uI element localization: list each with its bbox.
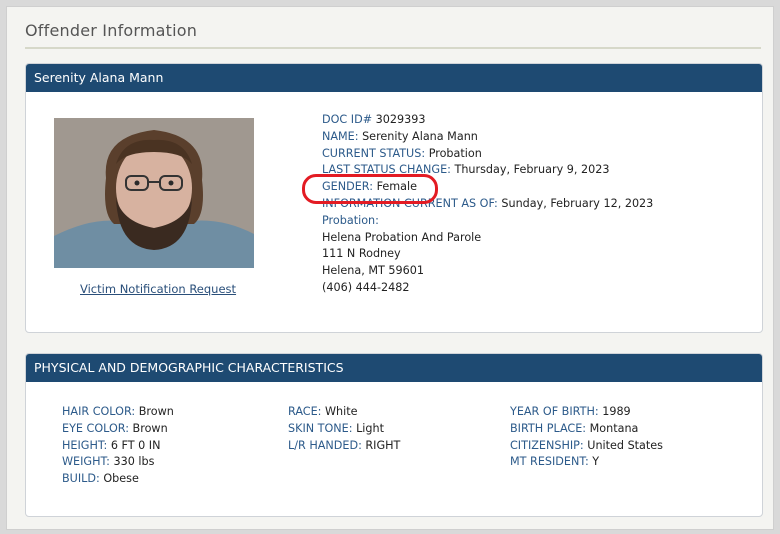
characteristics-column-1: HAIR COLOR: Brown EYE COLOR: Brown HEIGH…	[62, 404, 174, 488]
phone-number: (406) 444-2482	[322, 280, 410, 294]
victim-notification-link[interactable]: Victim Notification Request	[80, 282, 236, 296]
offender-details: DOC ID# 3029393 NAME: Serenity Alana Man…	[322, 112, 653, 297]
hair-color-row: HAIR COLOR: Brown	[62, 405, 174, 418]
characteristics-header: PHYSICAL AND DEMOGRAPHIC CHARACTERISTICS	[26, 354, 762, 382]
name-row: NAME: Serenity Alana Mann	[322, 129, 478, 143]
weight-row: WEIGHT: 330 lbs	[62, 455, 155, 469]
page-title: Offender Information	[25, 21, 198, 40]
birth-place-row: BIRTH PLACE: Montana	[510, 421, 639, 435]
offender-name-header: Serenity Alana Mann	[26, 64, 762, 92]
citizenship-row: CITIZENSHIP: United States	[510, 438, 664, 452]
race-row: RACE: White	[288, 405, 358, 418]
offender-photo	[54, 118, 254, 268]
gender-highlight-circle	[302, 174, 438, 204]
title-divider	[25, 47, 761, 49]
birth-year-row: YEAR OF BIRTH: 1989	[510, 405, 631, 418]
address-line: Helena, MT 59601	[322, 264, 424, 278]
address-line: 111 N Rodney	[322, 247, 401, 261]
height-row: HEIGHT: 6 FT 0 IN	[62, 438, 161, 452]
eye-color-row: EYE COLOR: Brown	[62, 421, 168, 435]
characteristics-panel: PHYSICAL AND DEMOGRAPHIC CHARACTERISTICS…	[25, 353, 763, 517]
mt-resident-row: MT RESIDENT: Y	[510, 455, 600, 469]
doc-id-row: DOC ID# 3029393	[322, 113, 426, 126]
status-row: CURRENT STATUS: Probation	[322, 146, 482, 160]
handed-row: L/R HANDED: RIGHT	[288, 438, 401, 452]
address-line: Helena Probation And Parole	[322, 230, 482, 244]
characteristics-column-3: YEAR OF BIRTH: 1989 BIRTH PLACE: Montana…	[510, 404, 663, 471]
build-row: BUILD: Obese	[62, 472, 139, 486]
offender-panel: Serenity Alana Mann Victim Notification …	[25, 63, 763, 333]
characteristics-column-2: RACE: White SKIN TONE: Light L/R HANDED:…	[288, 404, 400, 454]
skin-tone-row: SKIN TONE: Light	[288, 421, 384, 435]
page-frame: Offender Information Serenity Alana Mann…	[6, 6, 774, 530]
probation-label: Probation:	[322, 213, 379, 227]
